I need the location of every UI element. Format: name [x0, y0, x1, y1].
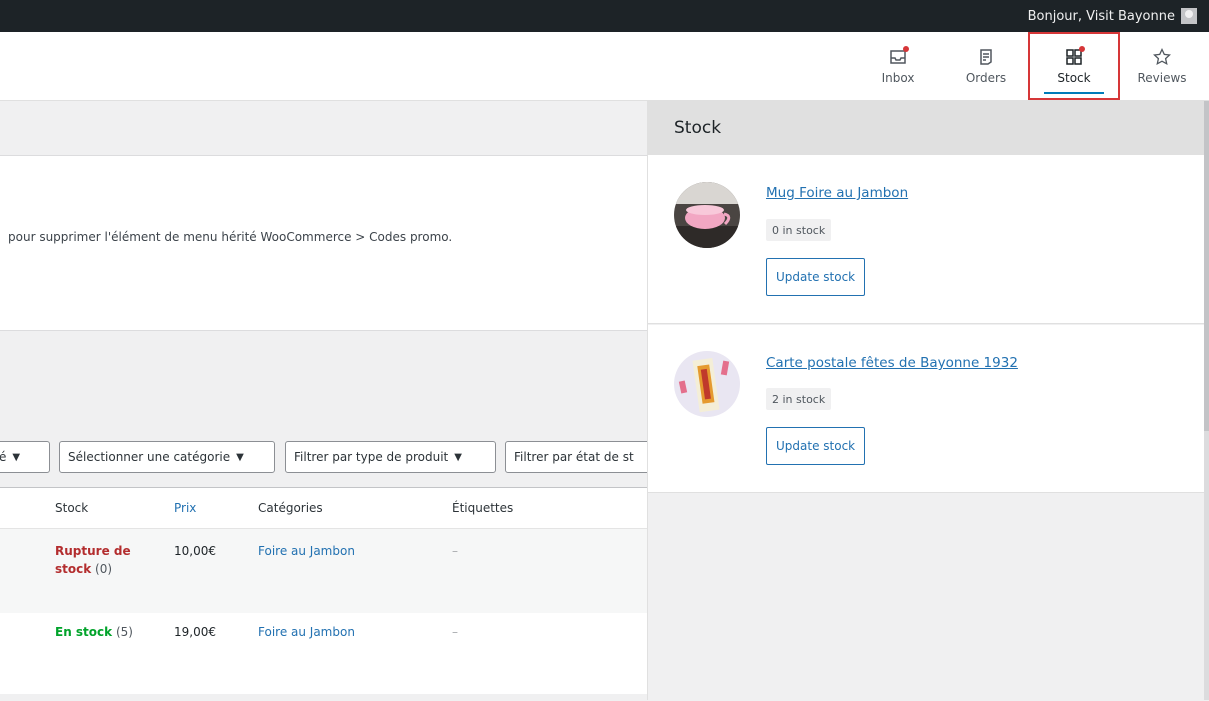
stock-status: Rupture de stock: [55, 544, 131, 576]
tab-orders[interactable]: Orders: [940, 32, 1032, 100]
tab-inbox[interactable]: Inbox: [852, 32, 944, 100]
avatar: [1181, 8, 1197, 24]
tags-cell: –: [452, 625, 458, 639]
admin-bar: Bonjour, Visit Bayonne: [0, 0, 1209, 32]
product-type-select[interactable]: Filtrer par type de produit ▼: [285, 441, 496, 473]
stock-count: (0): [95, 562, 113, 576]
products-table: Stock Prix Catégories Étiquettes Rupture…: [0, 487, 647, 701]
update-stock-button[interactable]: Update stock: [766, 427, 866, 465]
category-link[interactable]: Foire au Jambon: [258, 623, 355, 641]
product-name-link[interactable]: Carte postale fêtes de Bayonne 1932: [766, 355, 1018, 371]
page-title-area: [0, 101, 647, 156]
product-name-link[interactable]: Mug Foire au Jambon: [766, 185, 908, 201]
tab-stock[interactable]: Stock: [1028, 32, 1120, 100]
stock-icon: [1064, 46, 1085, 67]
product-thumbnail: [674, 182, 740, 248]
table-row: En stock (5) 19,00€ Foire au Jambon –: [0, 612, 647, 696]
chevron-down-icon: ▼: [12, 451, 21, 463]
stock-status-cell: Rupture de stock (0): [55, 542, 145, 578]
product-filters: é ▼ Sélectionner une catégorie ▼ Filtrer…: [0, 441, 647, 473]
table-row: Rupture de stock (0) 10,00€ Foire au Jam…: [0, 528, 647, 613]
scrollbar[interactable]: [1204, 101, 1209, 700]
category-link[interactable]: Foire au Jambon: [258, 542, 355, 560]
category-select[interactable]: Sélectionner une catégorie ▼: [59, 441, 275, 473]
star-icon: [1152, 47, 1172, 67]
tab-label: Reviews: [1137, 71, 1187, 85]
column-header-categories: Catégories: [258, 501, 323, 515]
chevron-down-icon: ▼: [236, 451, 244, 463]
price-cell: 10,00€: [174, 544, 216, 558]
stock-state-select[interactable]: Filtrer par état de st: [505, 441, 647, 473]
stock-count: (5): [115, 625, 133, 639]
stock-count-badge: 2 in stock: [766, 388, 832, 410]
select-value: é: [0, 450, 7, 464]
tags-cell: –: [452, 544, 458, 558]
select-value: Sélectionner une catégorie: [68, 450, 231, 464]
tab-label: Stock: [1057, 71, 1091, 85]
stock-status: En stock: [55, 625, 113, 639]
select-value: Filtrer par type de produit: [294, 450, 449, 464]
column-header-tags: Étiquettes: [452, 501, 514, 515]
orders-icon: [976, 47, 996, 67]
tab-label: Inbox: [881, 71, 915, 85]
tab-reviews[interactable]: Reviews: [1116, 32, 1208, 100]
account-menu[interactable]: Bonjour, Visit Bayonne: [1028, 0, 1197, 32]
product-thumbnail: [674, 351, 740, 417]
scrollbar-thumb[interactable]: [1204, 101, 1209, 431]
filter-select-partial[interactable]: é ▼: [0, 441, 50, 473]
stock-item-card: Mug Foire au Jambon 0 in stock Update st…: [648, 155, 1205, 324]
stock-activity-panel: Stock Mug Foire au Jambon 0 in stock Upd…: [647, 101, 1205, 700]
inbox-icon: [888, 46, 909, 67]
stock-item-card: Carte postale fêtes de Bayonne 1932 2 in…: [648, 325, 1205, 493]
notification-dot: [903, 46, 909, 52]
activity-header: Inbox Orders Stock Reviews: [0, 32, 1209, 101]
notice-text: pour supprimer l'élément de menu hérité …: [8, 230, 453, 244]
tab-label: Orders: [965, 71, 1007, 85]
stock-status-cell: En stock (5): [55, 623, 133, 641]
column-header-stock: Stock: [55, 501, 89, 515]
select-value: Filtrer par état de st: [514, 450, 634, 464]
stock-count-badge: 0 in stock: [766, 219, 832, 241]
admin-notice: pour supprimer l'élément de menu hérité …: [0, 156, 647, 331]
price-cell: 19,00€: [174, 625, 216, 639]
chevron-down-icon: ▼: [454, 451, 462, 463]
greeting-text: Bonjour, Visit Bayonne: [1027, 8, 1175, 24]
column-header-price[interactable]: Prix: [174, 501, 196, 515]
notification-dot: [1079, 46, 1085, 52]
panel-title: Stock: [648, 101, 1205, 155]
update-stock-button[interactable]: Update stock: [766, 258, 866, 296]
